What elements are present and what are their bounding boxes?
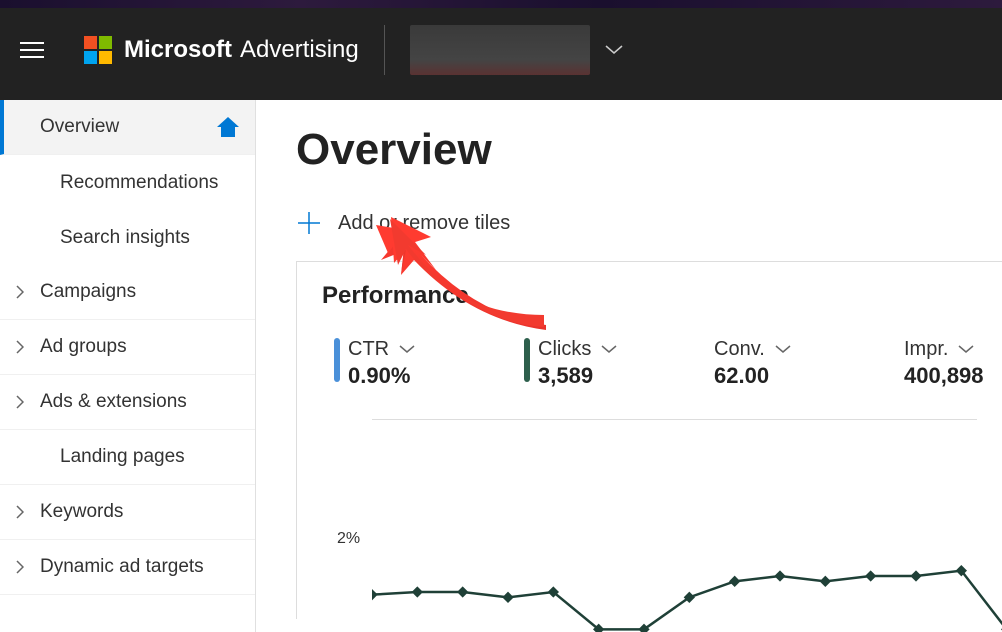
sidebar-item-label: Campaigns <box>40 281 136 303</box>
page-title: Overview <box>296 125 1002 175</box>
metric-ctr[interactable]: CTR 0.90% <box>334 338 474 389</box>
metric-label: Clicks <box>538 338 591 361</box>
sidebar-item-landing-pages[interactable]: Landing pages <box>0 430 255 485</box>
metrics-row: CTR 0.90% Clicks 3,589 <box>322 338 977 389</box>
chevron-down-icon[interactable] <box>958 345 974 354</box>
sidebar-item-ad-groups[interactable]: Ad groups <box>0 320 255 375</box>
tile-title: Performance <box>322 282 977 310</box>
metric-impr[interactable]: Impr. 400,898 <box>904 338 1002 389</box>
sidebar-item-label: Ads & extensions <box>40 391 187 413</box>
microsoft-logo-icon <box>84 36 112 64</box>
performance-tile: Performance CTR 0.90% <box>296 261 1002 619</box>
sidebar-item-search-insights[interactable]: Search insights <box>0 210 255 265</box>
app-header: Microsoft Advertising <box>0 0 1002 100</box>
sidebar-item-keywords[interactable]: Keywords <box>0 485 255 540</box>
add-remove-tiles-button[interactable]: Add or remove tiles <box>296 210 1002 236</box>
chevron-right-icon <box>16 505 24 519</box>
sidebar-item-overview[interactable]: Overview <box>0 100 255 155</box>
sidebar-item-label: Keywords <box>40 501 123 523</box>
product-name: Advertising <box>240 36 359 64</box>
sidebar-item-ads-extensions[interactable]: Ads & extensions <box>0 375 255 430</box>
chevron-down-icon[interactable] <box>775 345 791 354</box>
main-content: Overview Add or remove tiles Performance… <box>256 100 1002 632</box>
metric-conv[interactable]: Conv. 62.00 <box>714 338 854 389</box>
sidebar-item-label: Search insights <box>60 227 190 249</box>
performance-chart: 2% <box>372 419 977 599</box>
metric-clicks[interactable]: Clicks 3,589 <box>524 338 664 389</box>
chevron-right-icon <box>16 340 24 354</box>
sidebar-item-campaigns[interactable]: Campaigns <box>0 265 255 320</box>
sidebar-item-recommendations[interactable]: Recommendations <box>0 155 255 210</box>
account-selector[interactable] <box>410 25 590 75</box>
brand-name: Microsoft <box>124 36 232 64</box>
metric-value: 0.90% <box>348 363 474 389</box>
sidebar-item-label: Ad groups <box>40 336 127 358</box>
metric-label: CTR <box>348 338 389 361</box>
chevron-down-icon[interactable] <box>601 345 617 354</box>
metric-label: Conv. <box>714 338 765 361</box>
chevron-down-icon[interactable] <box>399 345 415 354</box>
metric-value: 3,589 <box>538 363 664 389</box>
hamburger-menu-icon[interactable] <box>20 42 44 58</box>
metric-value: 62.00 <box>714 363 854 389</box>
home-icon <box>217 117 239 137</box>
plus-icon <box>296 210 322 236</box>
header-divider <box>384 25 385 75</box>
sidebar-item-label: Recommendations <box>60 172 218 194</box>
header-top-strip <box>0 0 1002 8</box>
sidebar-item-label: Overview <box>40 116 119 138</box>
metric-color-indicator <box>524 338 530 382</box>
chevron-down-icon[interactable] <box>605 45 623 55</box>
sidebar-item-label: Landing pages <box>60 446 185 468</box>
chevron-right-icon <box>16 560 24 574</box>
metric-color-indicator <box>334 338 340 382</box>
sidebar-item-label: Dynamic ad targets <box>40 556 204 578</box>
metric-label: Impr. <box>904 338 948 361</box>
add-tiles-label: Add or remove tiles <box>338 212 510 235</box>
sidebar-item-dynamic-ad-targets[interactable]: Dynamic ad targets <box>0 540 255 595</box>
metric-value: 400,898 <box>904 363 1002 389</box>
chevron-right-icon <box>16 285 24 299</box>
sidebar-nav: Overview Recommendations Search insights… <box>0 100 256 632</box>
chevron-right-icon <box>16 395 24 409</box>
chart-y-tick: 2% <box>337 530 360 548</box>
chart-line-svg <box>372 480 1002 632</box>
